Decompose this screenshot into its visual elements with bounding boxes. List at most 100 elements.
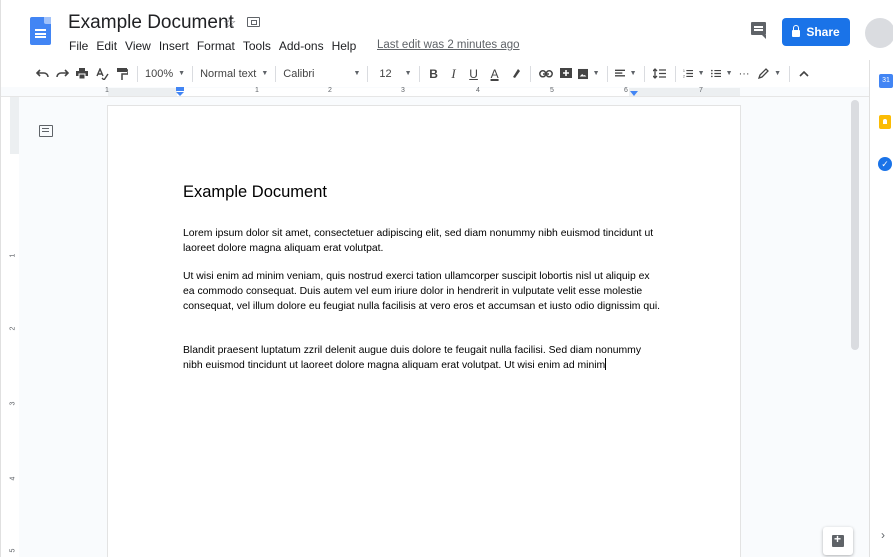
more-button[interactable]: ··· <box>739 64 750 84</box>
image-icon[interactable]: ▼ <box>577 64 600 84</box>
lock-icon <box>792 24 801 37</box>
comment-icon[interactable] <box>751 22 766 39</box>
right-indent-marker[interactable] <box>630 91 638 96</box>
side-panel: 31 ✓ › <box>869 60 893 557</box>
chevron-down-icon: ▼ <box>697 70 705 77</box>
font-size-value: 12 <box>379 67 392 80</box>
toolbar-divider <box>137 65 138 82</box>
text-cursor <box>605 358 607 370</box>
zoom-select[interactable]: 100% ▼ <box>145 64 185 84</box>
style-select[interactable]: Normal text ▼ <box>200 64 268 84</box>
ruler-number: 2 <box>328 87 332 94</box>
chevron-down-icon: ▼ <box>404 70 412 77</box>
share-label: Share <box>806 25 840 39</box>
ruler-number: 7 <box>699 87 703 94</box>
insert-comment-icon[interactable] <box>558 64 574 84</box>
menu-edit[interactable]: Edit <box>96 39 117 53</box>
ruler-number: 4 <box>9 476 17 481</box>
header: Example Document ☆ File Edit View Insert… <box>1 0 893 60</box>
folder-icon[interactable] <box>247 17 260 27</box>
avatar[interactable] <box>865 18 893 48</box>
chevron-down-icon: ▼ <box>592 70 600 77</box>
ruler-number: 1 <box>255 87 259 94</box>
menu-help[interactable]: Help <box>332 39 357 53</box>
last-edit-link[interactable]: Last edit was 2 minutes ago <box>377 39 520 51</box>
document-title[interactable]: Example Document <box>68 12 234 34</box>
toolbar-divider <box>674 65 676 82</box>
document-page[interactable] <box>108 106 740 557</box>
highlight-icon[interactable] <box>509 64 523 84</box>
chevron-down-icon: ▼ <box>353 70 361 77</box>
spellcheck-icon[interactable] <box>94 64 110 84</box>
calendar-icon[interactable]: 31 <box>879 74 893 88</box>
ruler-number: 5 <box>550 87 554 94</box>
text-color-button[interactable]: A <box>487 64 503 84</box>
ruler-margin-right <box>629 88 740 96</box>
app-window: Example Document ☆ File Edit View Insert… <box>0 0 893 557</box>
toolbar-divider <box>529 65 531 82</box>
left-indent-marker[interactable] <box>176 92 184 96</box>
star-icon[interactable]: ☆ <box>223 14 236 32</box>
menu-insert[interactable]: Insert <box>159 39 189 53</box>
toolbar: 100% ▼ Normal text ▼ Calibri ▼ 12 ▼ B I … <box>1 60 869 87</box>
menu-format[interactable]: Format <box>197 39 235 53</box>
share-button[interactable]: Share <box>782 18 850 46</box>
ruler-number: 3 <box>401 87 405 94</box>
toolbar-divider <box>643 65 645 82</box>
line-spacing-icon[interactable] <box>652 64 668 84</box>
italic-button[interactable]: I <box>447 64 461 84</box>
menu-tools[interactable]: Tools <box>243 39 271 53</box>
docs-logo-icon[interactable] <box>30 17 51 45</box>
toolbar-divider <box>275 65 277 82</box>
align-icon[interactable]: ▼ <box>614 64 637 84</box>
paragraph[interactable]: Lorem ipsum dolor sit amet, consectetuer… <box>183 226 663 256</box>
paint-format-icon[interactable] <box>114 64 130 84</box>
style-value: Normal text <box>200 67 257 80</box>
chevron-down-icon: ▼ <box>178 70 186 77</box>
paragraph[interactable]: Ut wisi enim ad minim veniam, quis nostr… <box>183 269 663 314</box>
redo-icon[interactable] <box>54 64 70 84</box>
svg-text:2: 2 <box>683 74 685 78</box>
paragraph-text: Blandit praesent luptatum zzril delenit … <box>183 345 642 371</box>
expand-panel-icon[interactable]: › <box>881 528 885 542</box>
menu-bar: File Edit View Insert Format Tools Add-o… <box>69 39 364 53</box>
font-select[interactable]: Calibri ▼ <box>283 64 360 84</box>
link-icon[interactable] <box>538 64 554 84</box>
scrollbar[interactable] <box>851 100 859 350</box>
vruler-content-area <box>10 154 19 557</box>
zoom-value: 100% <box>145 67 174 80</box>
paragraph-with-cursor[interactable]: Blandit praesent luptatum zzril delenit … <box>183 343 663 373</box>
ruler-number: 1 <box>9 253 17 258</box>
toolbar-divider <box>367 65 369 82</box>
print-icon[interactable] <box>74 64 90 84</box>
menu-view[interactable]: View <box>125 39 151 53</box>
menu-add-ons[interactable]: Add-ons <box>279 39 324 53</box>
toolbar-divider <box>788 65 790 82</box>
page-heading[interactable]: Example Document <box>183 183 327 202</box>
toolbar-divider <box>418 65 420 82</box>
undo-icon[interactable] <box>34 64 50 84</box>
underline-button[interactable]: U <box>467 64 481 84</box>
ruler-number: 6 <box>624 87 628 94</box>
vertical-ruler[interactable]: 1 2 3 4 5 <box>9 97 19 557</box>
horizontal-ruler[interactable]: 1 1 2 3 4 5 6 7 <box>1 87 869 97</box>
bold-button[interactable]: B <box>427 64 441 84</box>
ruler-number: 3 <box>9 401 17 406</box>
chevron-down-icon: ▼ <box>261 70 269 77</box>
editing-mode-icon[interactable]: ▼ <box>758 64 782 84</box>
toolbar-divider <box>606 65 608 82</box>
ruler-number: 2 <box>9 326 17 331</box>
outline-icon[interactable] <box>39 125 53 137</box>
tasks-icon[interactable]: ✓ <box>878 157 892 171</box>
font-value: Calibri <box>283 67 315 80</box>
svg-text:1: 1 <box>683 69 685 73</box>
font-size-select[interactable]: 12 ▼ <box>375 64 411 84</box>
first-line-indent-marker[interactable] <box>176 87 184 91</box>
menu-file[interactable]: File <box>69 39 88 53</box>
numbered-list-icon[interactable]: 12 ▼ <box>683 64 705 84</box>
bulleted-list-icon[interactable]: ▼ <box>710 64 733 84</box>
chevron-down-icon: ▼ <box>725 70 733 77</box>
collapse-icon[interactable] <box>797 64 811 84</box>
keep-icon[interactable] <box>879 115 891 129</box>
explore-icon[interactable] <box>823 527 853 555</box>
